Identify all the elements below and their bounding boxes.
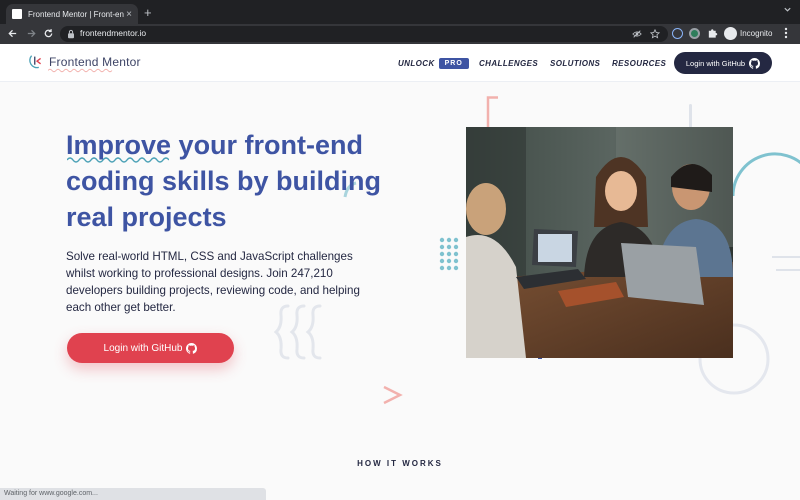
hero-title-line1-rest: your front-end bbox=[171, 130, 364, 160]
hero-title-line2: coding skills by building bbox=[66, 166, 382, 196]
github-icon bbox=[186, 342, 198, 354]
nav-unlock-pro[interactable]: UNLOCK PRO bbox=[398, 44, 469, 82]
eye-off-icon[interactable] bbox=[632, 29, 642, 39]
hero-login-github-button[interactable]: Login with GitHub bbox=[67, 333, 234, 363]
address-bar[interactable]: frontendmentor.io bbox=[60, 26, 668, 42]
github-icon bbox=[749, 57, 761, 69]
deco-grey-lines bbox=[772, 256, 800, 271]
browser-tabstrip: Frontend Mentor | Front-end coding chall… bbox=[0, 0, 800, 24]
tab-favicon-icon bbox=[12, 9, 22, 19]
star-icon[interactable] bbox=[650, 29, 660, 39]
tab-title: Frontend Mentor | Front-end coding chall… bbox=[28, 9, 124, 19]
deco-pink-chevron bbox=[383, 385, 403, 405]
hero-description: Solve real-world HTML, CSS and JavaScrip… bbox=[66, 250, 360, 314]
site-logo[interactable]: Frontend Mentor bbox=[28, 53, 141, 73]
hero-title-squiggle bbox=[67, 157, 169, 163]
nav-resources[interactable]: RESOURCES bbox=[612, 44, 666, 82]
menu-dots-icon[interactable] bbox=[784, 27, 788, 39]
browser-toolbar: frontendmentor.io Incognito bbox=[0, 24, 800, 44]
header-login-github-button[interactable]: Login with GitHub bbox=[674, 52, 772, 74]
hero-title: Improve your front-end coding skills by … bbox=[66, 127, 386, 235]
browser-tab[interactable]: Frontend Mentor | Front-end coding chall… bbox=[6, 4, 138, 24]
new-tab-icon[interactable]: + bbox=[144, 5, 152, 20]
extension-react-icon[interactable] bbox=[672, 28, 683, 39]
url-text: frontendmentor.io bbox=[80, 28, 147, 38]
extension-green-icon[interactable] bbox=[689, 28, 700, 39]
header-login-label: Login with GitHub bbox=[685, 58, 746, 68]
how-it-works-heading: HOW IT WORKS bbox=[357, 459, 443, 468]
puzzle-icon[interactable] bbox=[707, 28, 718, 39]
pro-badge: PRO bbox=[438, 57, 469, 69]
deco-pink-bracket bbox=[486, 96, 498, 127]
nav-solutions[interactable]: SOLUTIONS bbox=[550, 44, 600, 82]
logo-squiggle bbox=[48, 68, 113, 73]
logo-mark-icon bbox=[29, 55, 42, 69]
back-arrow-icon[interactable] bbox=[7, 28, 18, 39]
logo-text: Frontend Mentor bbox=[49, 55, 141, 69]
hero-title-line3: real projects bbox=[66, 202, 227, 232]
deco-teal-arc bbox=[731, 152, 800, 197]
nav-challenges[interactable]: CHALLENGES bbox=[479, 44, 538, 82]
hero-photo bbox=[466, 127, 733, 358]
nav-unlock-label: UNLOCK bbox=[398, 58, 435, 68]
deco-dot-grid bbox=[439, 237, 459, 271]
lock-icon bbox=[68, 29, 74, 39]
incognito-label[interactable]: Incognito bbox=[740, 29, 772, 38]
nav-challenges-label: CHALLENGES bbox=[479, 58, 539, 68]
nav-solutions-label: SOLUTIONS bbox=[550, 58, 601, 68]
forward-arrow-icon[interactable] bbox=[26, 28, 37, 39]
incognito-icon[interactable] bbox=[724, 27, 737, 40]
nav-resources-label: RESOURCES bbox=[612, 58, 667, 68]
tab-close-icon[interactable]: × bbox=[126, 9, 132, 20]
browser-status-bar: Waiting for www.google.com... bbox=[0, 488, 266, 500]
tab-search-chevron-icon[interactable] bbox=[783, 5, 792, 14]
hero-login-label: Login with GitHub bbox=[103, 342, 183, 354]
reload-icon[interactable] bbox=[43, 28, 54, 39]
